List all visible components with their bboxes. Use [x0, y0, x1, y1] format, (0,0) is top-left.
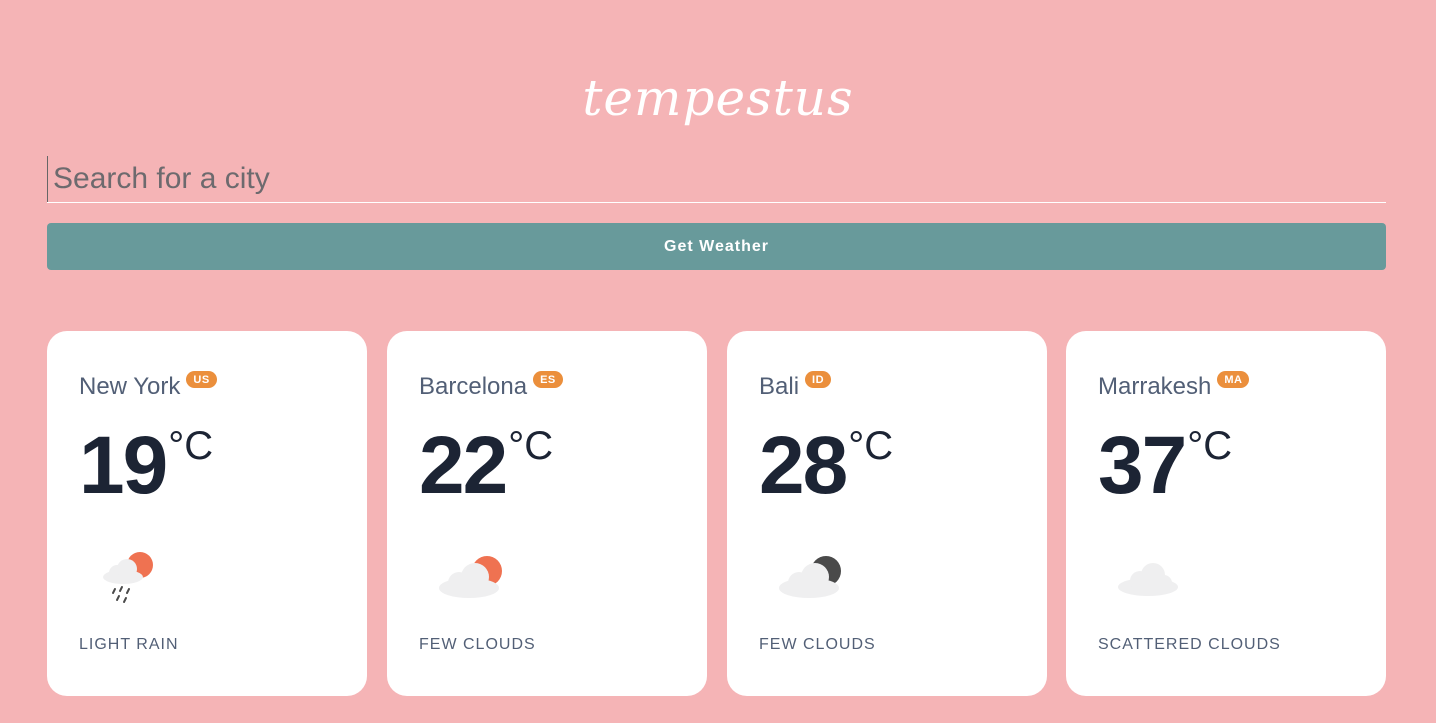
city-header: Marrakesh MA: [1098, 371, 1250, 401]
city-header: Barcelona ES: [419, 371, 563, 401]
city-name: Marrakesh: [1098, 372, 1212, 400]
weather-card-new-york: New York US 19°C LIGHT RAIN: [47, 331, 367, 696]
light-rain-day-icon: [103, 552, 153, 603]
temperature-value: 28: [759, 420, 848, 511]
temperature-value: 22: [419, 420, 508, 511]
weather-cards: New York US 19°C LIGHT RAIN Barcelona ES 2…: [47, 331, 1386, 696]
get-weather-button[interactable]: Get Weather: [47, 223, 1386, 270]
weather-description: LIGHT RAIN: [79, 636, 179, 653]
weather-card-marrakesh: Marrakesh MA 37°C SCATTERED CLOUDS: [1066, 331, 1386, 696]
search-input[interactable]: [47, 156, 1386, 202]
city-header: New York US: [79, 371, 217, 401]
temperature-value: 37: [1098, 420, 1187, 511]
few-clouds-day-icon: [439, 556, 502, 598]
city-name: New York: [79, 372, 181, 400]
app-logo: tempestus: [582, 69, 854, 127]
temperature: 28°C: [759, 421, 893, 511]
weather-description: FEW CLOUDS: [419, 636, 536, 653]
few-clouds-night-icon: [779, 556, 841, 598]
weather-description: FEW CLOUDS: [759, 636, 876, 653]
country-badge: US: [186, 371, 217, 388]
country-badge: MA: [1217, 371, 1250, 388]
temperature-unit: °C: [508, 424, 554, 468]
search-field[interactable]: [47, 156, 1386, 203]
temperature: 19°C: [79, 421, 213, 511]
city-header: Bali ID: [759, 371, 832, 401]
temperature: 37°C: [1098, 421, 1232, 511]
temperature-unit: °C: [1187, 424, 1233, 468]
city-name: Barcelona: [419, 372, 528, 400]
country-badge: ID: [805, 371, 832, 388]
temperature-unit: °C: [168, 424, 214, 468]
weather-card-barcelona: Barcelona ES 22°C FEW CLOUDS: [387, 331, 707, 696]
country-badge: ES: [533, 371, 563, 388]
temperature-value: 19: [79, 420, 168, 511]
weather-card-bali: Bali ID 28°C FEW CLOUDS: [727, 331, 1047, 696]
temperature: 22°C: [419, 421, 553, 511]
city-name: Bali: [759, 372, 800, 400]
temperature-unit: °C: [848, 424, 894, 468]
weather-description: SCATTERED CLOUDS: [1098, 636, 1281, 653]
scattered-clouds-icon: [1118, 563, 1178, 596]
